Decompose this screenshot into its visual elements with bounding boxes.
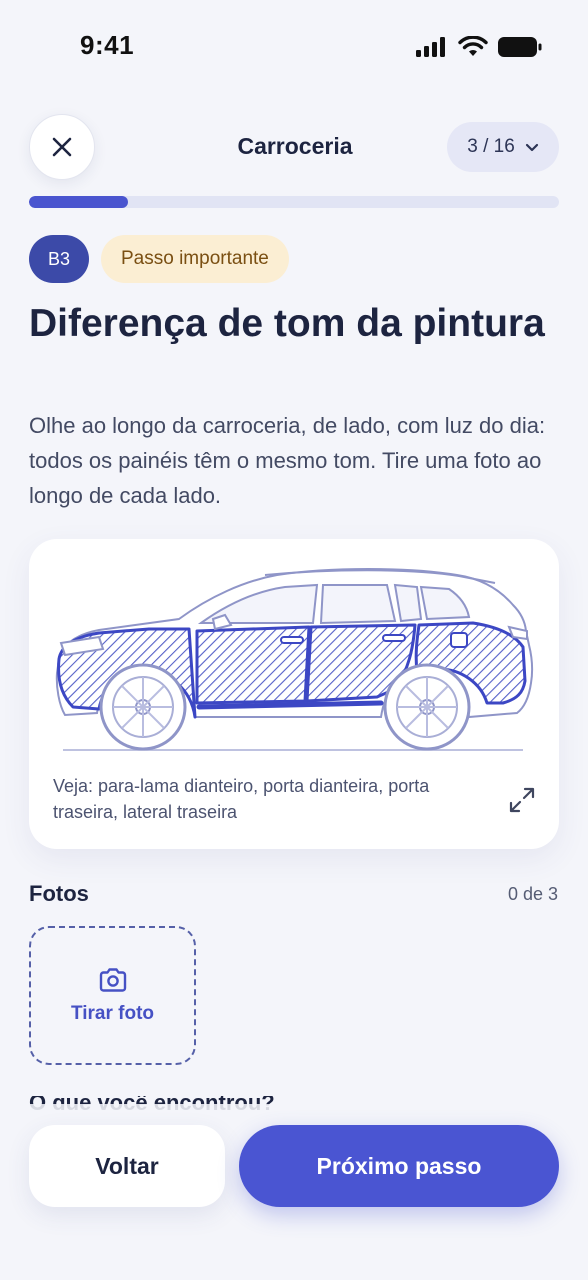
important-badge: Passo importante bbox=[101, 235, 289, 283]
step-description: Olhe ao longo da carroceria, de lado, co… bbox=[29, 413, 546, 508]
cellular-signal-icon bbox=[416, 37, 445, 57]
progress-bar bbox=[29, 196, 559, 208]
chevron-down-icon bbox=[525, 143, 538, 151]
status-bar: 9:41 bbox=[0, 0, 588, 96]
take-photo-button[interactable]: Tirar foto bbox=[29, 926, 196, 1065]
take-photo-label: Tirar foto bbox=[70, 1002, 155, 1024]
status-time: 9:41 bbox=[80, 30, 135, 60]
page-title-text: Carroceria bbox=[237, 133, 353, 159]
camera-icon bbox=[99, 967, 126, 992]
next-step-button[interactable]: Próximo passo bbox=[239, 1125, 559, 1207]
expand-icon[interactable] bbox=[507, 785, 537, 815]
car-side-illustration bbox=[55, 568, 534, 751]
step-indicator: 3 / 16 bbox=[467, 136, 515, 157]
step-title: Diferença de tom da pintura bbox=[29, 302, 545, 345]
step-code-badge: B3 bbox=[29, 235, 89, 283]
photos-count: 0 de 3 bbox=[507, 884, 558, 904]
step-selector[interactable]: 3 / 16 bbox=[447, 122, 559, 172]
progress-fill bbox=[29, 196, 129, 208]
illustration-card: Veja: para-lama dianteiro, porta diantei… bbox=[29, 539, 559, 849]
illustration-caption: Veja: para-lama dianteiro, porta diantei… bbox=[53, 776, 430, 822]
photos-title: Fotos bbox=[29, 881, 89, 906]
wifi-icon bbox=[458, 36, 488, 56]
status-icons bbox=[416, 36, 542, 58]
back-button[interactable]: Voltar bbox=[29, 1125, 225, 1207]
battery-icon bbox=[498, 37, 542, 57]
front-wheel bbox=[99, 663, 187, 751]
rear-wheel bbox=[383, 663, 471, 751]
